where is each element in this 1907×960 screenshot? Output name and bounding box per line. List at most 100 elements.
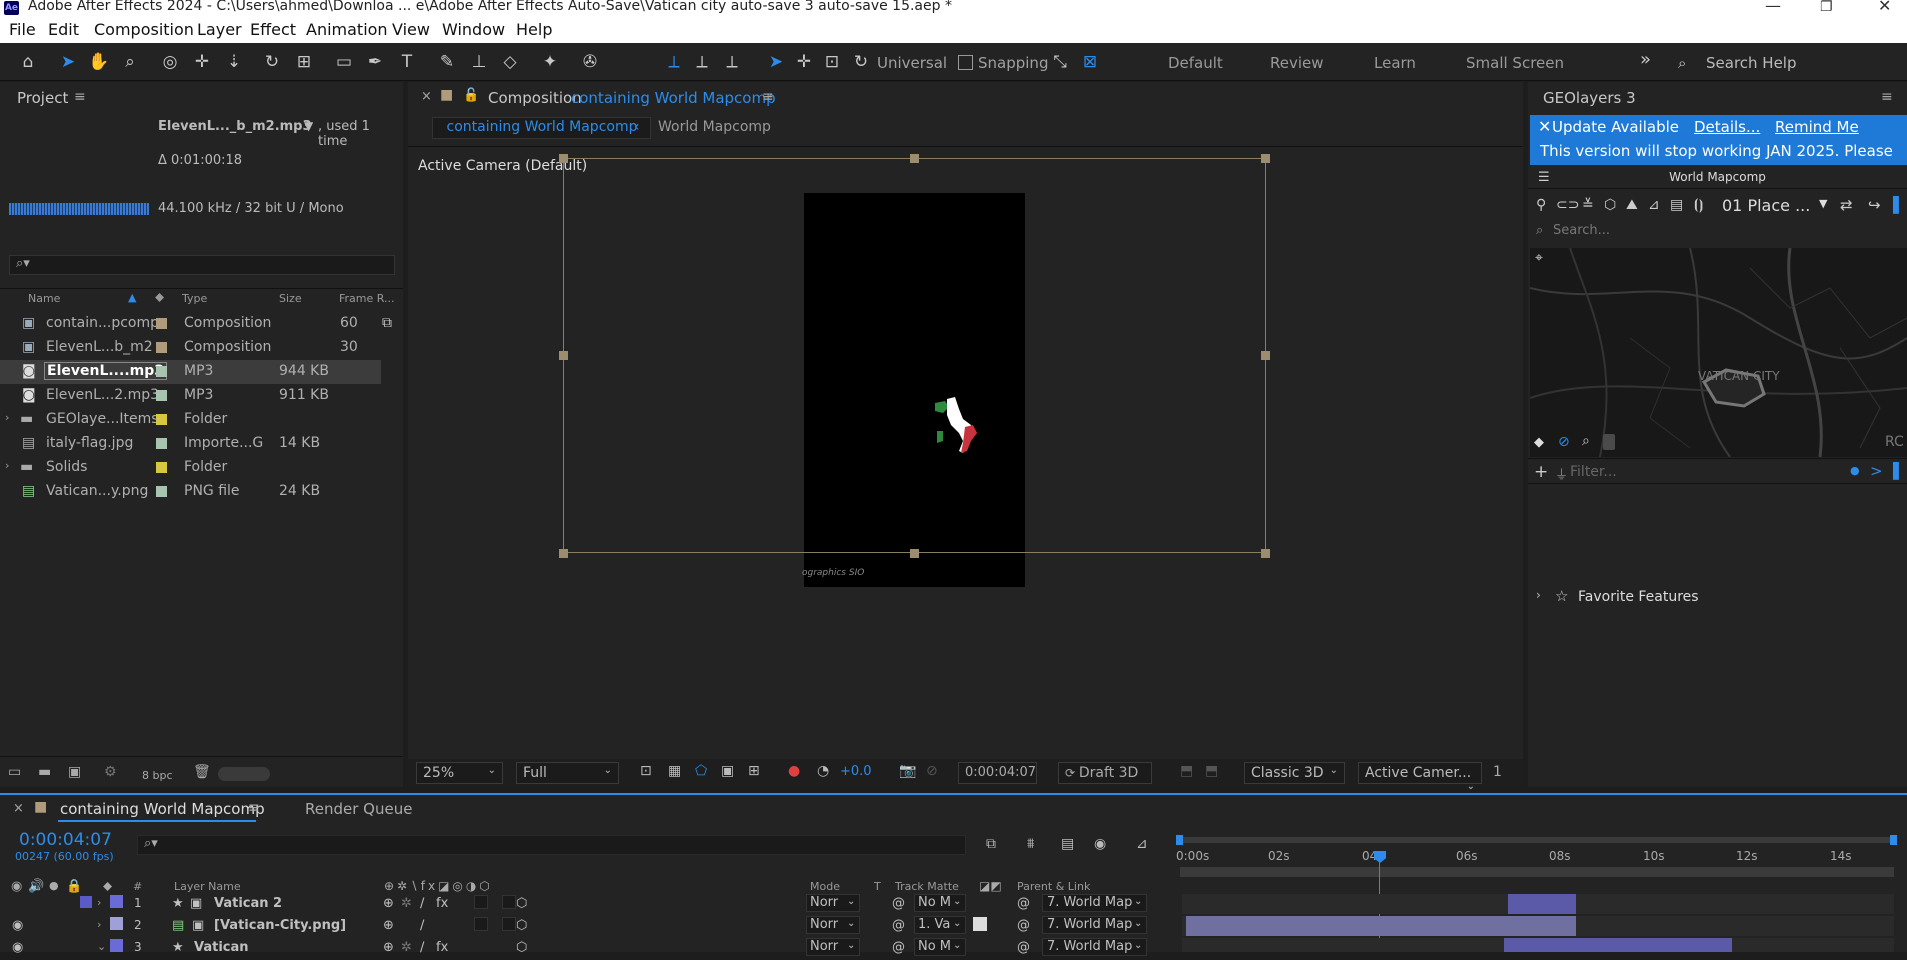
view-dropdown[interactable]: Active Camer... ⌄ [1358, 762, 1482, 792]
time-navigator[interactable] [1180, 867, 1894, 877]
link-icon[interactable]: ⊂⊃ [1556, 197, 1579, 213]
work-area-end[interactable] [1890, 835, 1897, 845]
snapping-checkbox[interactable] [958, 55, 973, 70]
region-of-interest-icon[interactable]: ▣ [721, 763, 734, 779]
list-item[interactable]: ◙ ElevenL...2.mp3 MP3 911 KB [0, 384, 381, 408]
label-tag-icon[interactable]: ⬥ [155, 290, 164, 305]
layer-duration-bar[interactable] [1504, 938, 1732, 952]
parent-dropdown[interactable]: 7. World Map [1042, 916, 1147, 934]
parent-dropdown[interactable]: 7. World Map [1042, 894, 1147, 912]
orbit-camera-icon[interactable]: ◎ [158, 50, 182, 74]
share-icon[interactable]: ↪ [1868, 196, 1881, 214]
workspace-more[interactable]: » [1640, 49, 1651, 70]
list-item[interactable]: ◙ ElevenL....mp3 MP3 944 KB [0, 360, 381, 384]
table-row[interactable]: ◉ ⌄ 3 ★ Vatican ⊕ ✲ ∕ fx ⬡ Norr ⌄ @ No M… [0, 938, 1907, 960]
label-color[interactable] [80, 896, 92, 908]
work-area-start[interactable] [1176, 835, 1183, 845]
collapse-switch-icon[interactable]: ✲ [401, 940, 412, 955]
renderer-dropdown[interactable]: Classic 3D ⌄ [1244, 762, 1345, 784]
link-toggle-icon[interactable]: ⊘ [1558, 434, 1570, 450]
zoom-out-icon[interactable]: ⌕ [1582, 433, 1590, 449]
draft-3d-toggle[interactable]: ⟳ Draft 3D [1058, 762, 1152, 784]
home-icon[interactable]: ⌂ [16, 50, 40, 74]
panel-menu-icon[interactable]: ≡ [248, 800, 260, 816]
workspace-default[interactable]: Default [1168, 54, 1223, 72]
bit-depth-button[interactable]: 8 bpc [142, 769, 173, 782]
run-icon[interactable]: > [1870, 462, 1883, 480]
fast-previews-icon[interactable]: ⊡ [640, 763, 652, 779]
brush-tool-icon[interactable]: ✎ [435, 50, 459, 74]
comp-tab-name[interactable]: containing World Mapcomp [571, 89, 776, 107]
search-help-input[interactable]: Search Help [1706, 54, 1797, 72]
transform-handle[interactable] [1261, 154, 1270, 163]
add-icon[interactable]: + [1534, 462, 1548, 482]
new-folder-icon[interactable]: ▬ [38, 764, 51, 780]
filter-input[interactable]: Filter... [1570, 464, 1617, 480]
transform-handle[interactable] [1261, 351, 1270, 360]
view-layout-button[interactable]: 1 [1493, 764, 1502, 780]
select-3d-icon[interactable]: ➤ [764, 50, 788, 74]
world-axis-icon[interactable]: ⟂ [690, 50, 714, 74]
universal-label[interactable]: Universal [877, 54, 947, 72]
menu-layer[interactable]: Layer [197, 20, 242, 39]
layer-name[interactable]: [Vatican-City.png] [214, 918, 346, 933]
list-item[interactable]: ▤ Vatican...y.png PNG file 24 KB [0, 480, 381, 504]
layer-bounding-box[interactable] [563, 158, 1266, 553]
chevron-right-icon[interactable]: › [1536, 588, 1541, 602]
minimize-button[interactable]: — [1765, 0, 1781, 15]
hand-tool-icon[interactable]: ✋ [87, 50, 111, 74]
shy-switch-icon[interactable]: ⊕ [383, 940, 394, 955]
exposure-value[interactable]: +0.0 [840, 764, 872, 779]
table-row[interactable]: › 1 ★ ▣ Vatican 2 ⊕ ✲ ∕ fx ⬡ Norr ⌄ @ No… [0, 894, 1907, 916]
pick-whip-icon[interactable]: @ [1017, 918, 1030, 933]
swap-icon[interactable]: ⇄ [1840, 196, 1853, 214]
rectangle-tool-icon[interactable]: ▭ [332, 50, 356, 74]
work-area-bar[interactable] [1180, 837, 1894, 843]
remind-me-link[interactable]: Remind Me [1775, 118, 1859, 136]
layer-name[interactable]: Vatican [194, 940, 249, 955]
map-preview[interactable]: VATICAN CITY RC [1530, 248, 1907, 457]
eraser-tool-icon[interactable]: ◇ [498, 50, 522, 74]
collapse-switch-icon[interactable]: ✲ [401, 896, 412, 911]
3d-layer-icon[interactable]: ⬡ [516, 896, 527, 911]
type-tool-icon[interactable]: T [395, 50, 419, 74]
quality-switch-icon[interactable]: ∕ [420, 918, 424, 933]
list-item[interactable]: › ▬ GEOlaye...Items Folder [0, 408, 381, 432]
thumbnail-slider[interactable] [218, 767, 270, 781]
quality-switch-icon[interactable]: ∕ [420, 896, 424, 911]
zoom-tool-icon[interactable]: ⌕ [118, 50, 142, 74]
terrain-icon[interactable]: ⛰ [1626, 197, 1638, 213]
local-axis-icon[interactable]: ⟂ [662, 50, 686, 74]
layer-duration-bar[interactable] [1186, 916, 1576, 936]
list-item[interactable]: ▤ italy-flag.jpg Importe...G 14 KB [0, 432, 381, 456]
chevron-down-icon[interactable]: ▼ [1819, 197, 1827, 210]
ground-plane-icon[interactable]: ⬒ [1205, 763, 1218, 779]
pick-whip-icon[interactable]: @ [1017, 896, 1030, 911]
expand-arrow-icon[interactable]: › [97, 918, 101, 931]
interpret-footage-icon[interactable]: ▭ [8, 764, 21, 780]
current-timecode[interactable]: 0:00:04:07 [19, 830, 112, 850]
reset-exposure-icon[interactable]: ◔ [817, 763, 829, 779]
transparency-grid-icon[interactable]: ▦ [668, 763, 681, 779]
3d-layer-icon[interactable]: ⬡ [516, 918, 527, 933]
column-frame-rate[interactable]: Frame R... [339, 292, 395, 305]
lock-icon[interactable]: 🔓 [463, 88, 479, 103]
matte-alpha-icon[interactable] [973, 917, 987, 931]
scale-3d-icon[interactable]: ⊡ [820, 50, 844, 74]
pan-camera-icon[interactable]: ✛ [190, 50, 214, 74]
show-snapshot-icon[interactable]: ⊘ [926, 763, 938, 779]
place-dropdown[interactable]: 01 Place ... [1722, 196, 1810, 215]
new-composition-icon[interactable]: ▣ [68, 764, 81, 780]
panel-toggle-icon[interactable]: ▌ [1893, 196, 1905, 214]
details-link[interactable]: Details... [1694, 118, 1760, 136]
label-swatch[interactable] [110, 895, 123, 908]
transform-handle[interactable] [910, 154, 919, 163]
workspace-small-screen[interactable]: Small Screen [1466, 54, 1564, 72]
collapse-arrow-icon[interactable]: ⌄ [97, 940, 106, 953]
close-icon[interactable]: ✕ [1538, 117, 1551, 136]
list-item[interactable]: ▣ ElevenL...b_m2 Composition 30 [0, 336, 381, 360]
view-axis-icon[interactable]: ⟂ [720, 50, 744, 74]
project-settings-icon[interactable]: ⚙ [104, 764, 117, 780]
pick-whip-icon[interactable]: @ [1017, 940, 1030, 955]
motion-blur-switch[interactable] [474, 917, 488, 931]
